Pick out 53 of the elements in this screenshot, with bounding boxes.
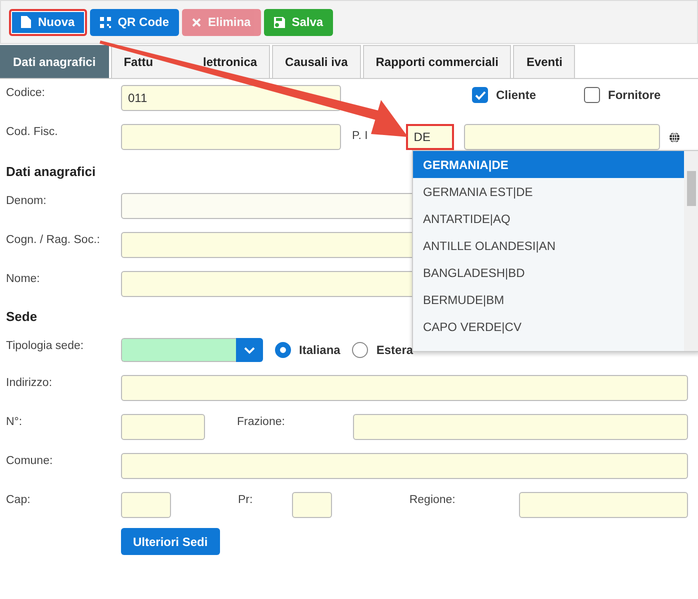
tab[interactable]: Causali iva	[272, 45, 361, 78]
country-option[interactable]: CAPO VERDE|CV	[413, 313, 684, 340]
text-field[interactable]	[353, 414, 688, 440]
field-label: Frazione:	[237, 415, 286, 428]
tab[interactable]: Eventi	[513, 45, 576, 78]
country-option[interactable]: GERMANIA EST|DE	[413, 178, 684, 205]
role-checkbox[interactable]: Cliente	[472, 87, 536, 103]
text-field[interactable]	[121, 453, 688, 479]
scrollbar[interactable]	[684, 151, 698, 351]
field-label: Cod. Fisc.	[6, 125, 59, 138]
more-locations-button[interactable]: Ulteriori Sedi	[121, 528, 220, 555]
checkmark-icon	[474, 90, 486, 100]
text-field[interactable]	[519, 492, 688, 518]
text-field[interactable]	[121, 492, 171, 518]
tab[interactable]: Rapporti commerciali	[362, 45, 512, 78]
section-title: Sede	[6, 309, 38, 324]
document-icon	[21, 16, 31, 28]
country-code-field[interactable]: DE	[406, 124, 454, 150]
text-field[interactable]	[121, 375, 688, 401]
close-icon	[192, 18, 202, 26]
section-title: Dati anagrafici	[6, 164, 96, 179]
chevron-down-icon	[244, 346, 255, 354]
qr-icon	[100, 16, 111, 28]
field-label: Tipologia sede:	[6, 339, 85, 352]
globe-icon[interactable]	[668, 132, 680, 143]
toolbar-button[interactable]: Nuova	[9, 8, 87, 36]
country-option[interactable]: BERMUDE|BM	[413, 286, 684, 313]
country-option[interactable]: ANTARTIDE|AQ	[413, 205, 684, 232]
location-radio[interactable]: Estera	[352, 342, 414, 358]
country-option[interactable]: BANGLADESH|BD	[413, 259, 684, 286]
field-label: Comune:	[6, 454, 54, 467]
text-field[interactable]	[464, 124, 660, 150]
text-field[interactable]	[121, 124, 341, 150]
field-label: N°:	[6, 415, 24, 428]
country-option[interactable]: ANTILLE OLANDESI|AN	[413, 232, 684, 259]
text-field[interactable]	[121, 414, 205, 440]
floppy-icon	[274, 16, 285, 28]
dropdown-field[interactable]	[121, 338, 263, 362]
field-label: Cap:	[6, 493, 32, 506]
role-checkbox[interactable]: Fornitore	[584, 87, 661, 103]
country-option[interactable]: GERMANIA|DE	[413, 151, 684, 178]
tab[interactable]: Dati anagrafici	[0, 45, 109, 78]
field-label: Cogn. / Rag. Soc.:	[6, 233, 101, 246]
text-field[interactable]	[292, 492, 332, 518]
field-label: Nome:	[6, 272, 41, 285]
field-label: Denom:	[6, 194, 48, 207]
field-label: Codice:	[6, 86, 46, 99]
field-label: Pr:	[238, 493, 254, 506]
field-label: P. I	[352, 129, 368, 142]
field-label: Regione:	[409, 493, 456, 506]
location-radio[interactable]: Italiana	[275, 342, 340, 358]
field-label: Indirizzo:	[6, 376, 54, 389]
toolbar-button[interactable]: QR Code	[90, 8, 180, 36]
